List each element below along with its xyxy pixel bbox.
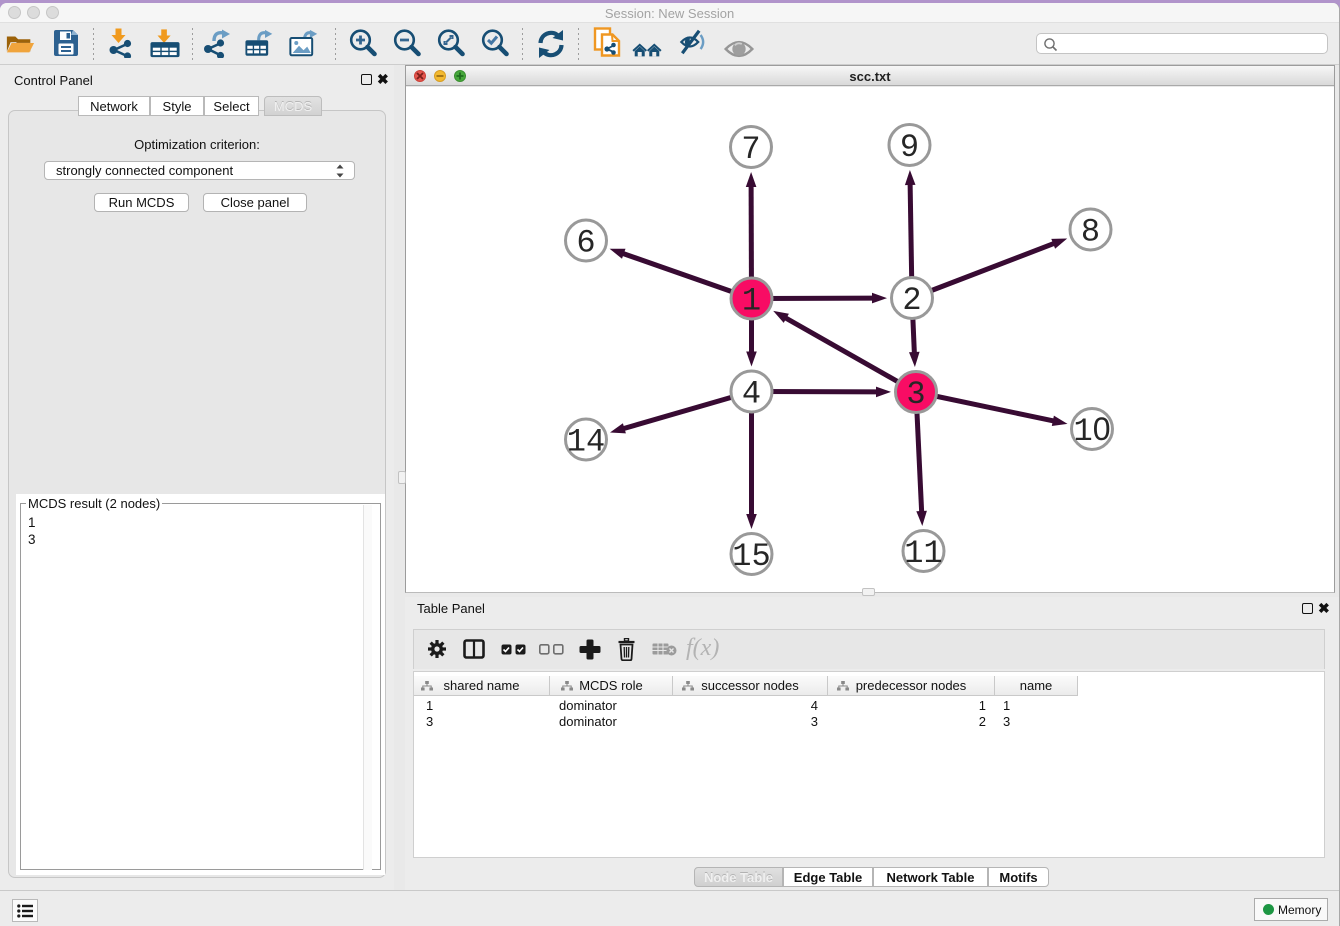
svg-text:4: 4 <box>742 376 761 413</box>
svg-text:10: 10 <box>1074 411 1111 450</box>
svg-text:3: 3 <box>906 376 925 413</box>
svg-text:1: 1 <box>742 283 761 320</box>
svg-text:6: 6 <box>576 225 595 262</box>
svg-text:2: 2 <box>902 282 921 319</box>
svg-text:9: 9 <box>900 129 919 166</box>
svg-text:11: 11 <box>904 535 942 572</box>
svg-text:14: 14 <box>567 424 605 461</box>
svg-text:15: 15 <box>732 538 770 575</box>
svg-text:7: 7 <box>741 131 760 168</box>
svg-text:8: 8 <box>1081 214 1100 251</box>
